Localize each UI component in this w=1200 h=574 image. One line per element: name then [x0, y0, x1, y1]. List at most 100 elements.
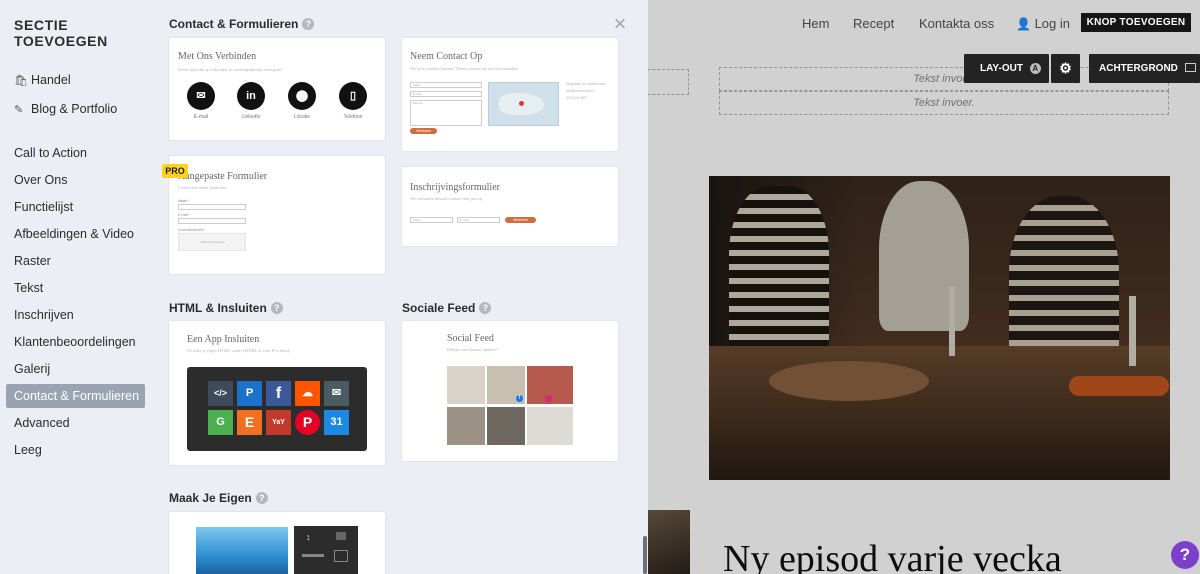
- category-title-social: Sociale Feed?: [402, 301, 492, 315]
- sidebar-item-over-ons[interactable]: Over Ons: [6, 168, 145, 192]
- episode-thumbnail: [648, 510, 690, 574]
- video-icon: [336, 532, 346, 540]
- help-icon[interactable]: ?: [270, 302, 283, 314]
- help-icon[interactable]: ?: [479, 302, 492, 314]
- section-card-build-own[interactable]: ↕: [169, 512, 385, 574]
- location-pin-icon: ⬤: [288, 82, 316, 110]
- card-subtitle: Wil je in contact komen? Neem contact op…: [410, 66, 519, 71]
- sidebar-item-galerij[interactable]: Galerij: [6, 357, 145, 381]
- nav-link-recept[interactable]: Recept: [853, 16, 894, 31]
- app-grid-preview: </> P f ☁ ✉ G E YaY P 31: [187, 367, 367, 451]
- phone-icon: ▯: [339, 82, 367, 110]
- card-title: Social Feed: [447, 333, 494, 344]
- email-contact-item: ✉ E-mail: [185, 82, 217, 120]
- card-title: Neem Contact Op: [410, 51, 483, 62]
- sidebar-item-klantenbeoordelingen[interactable]: Klantenbeoordelingen: [6, 330, 145, 354]
- user-icon: 👤: [1016, 17, 1031, 31]
- close-icon[interactable]: ×: [610, 13, 630, 35]
- card-subtitle: Korte tekst dat je links naar je contact…: [178, 67, 282, 72]
- mail-icon: ✉: [187, 82, 215, 110]
- feed-tile: [447, 407, 485, 445]
- nav-link-hem[interactable]: Hem: [802, 16, 829, 31]
- sidebar-item-advanced[interactable]: Advanced: [6, 411, 145, 435]
- map-preview: [488, 82, 559, 126]
- submit-button-preview: Versturen: [505, 217, 536, 223]
- card-title: Met Ons Verbinden: [178, 51, 257, 62]
- website-preview: Tekst invoer. Tekst invoer. Ny episod va…: [648, 0, 1200, 574]
- linkedin-icon: in: [237, 82, 265, 110]
- sidebar-item-tekst[interactable]: Tekst: [6, 276, 145, 300]
- section-card-custom-form[interactable]: PRO Aangepaste Formulier Creëer een unie…: [162, 156, 385, 274]
- pinterest-icon: P: [295, 410, 320, 435]
- name-field-preview: Naam: [410, 217, 453, 223]
- section-card-connect[interactable]: Met Ons Verbinden Korte tekst dat je lin…: [169, 38, 385, 140]
- layout-button[interactable]: LAY-OUT A: [964, 54, 1049, 83]
- email-field-preview: E-mail: [410, 91, 482, 97]
- calendar-icon: 31: [324, 410, 349, 435]
- card-title: Inschrijvingsformulier: [410, 182, 500, 193]
- section-card-social-feed[interactable]: Social Feed Bekijk onze laatste updates!…: [402, 321, 618, 461]
- feed-tile: [447, 366, 485, 404]
- name-field-preview: [178, 204, 246, 210]
- layout-icon: A: [1029, 63, 1041, 74]
- slider-icon: [302, 554, 324, 557]
- phone-contact-item: ▯ Telefoon: [337, 82, 369, 120]
- text-placeholder[interactable]: Tekst invoer.: [719, 91, 1169, 115]
- facebook-icon: f: [516, 395, 523, 402]
- section-card-signup-form[interactable]: Inschrijvingsformulier We versturen inho…: [402, 167, 618, 246]
- card-subtitle: Of zelfs je eigen HTML-code! (HTML is vo…: [187, 348, 290, 353]
- edit-icon: ✎: [14, 104, 24, 116]
- card-title: Aangepaste Formulier: [178, 171, 268, 182]
- card-subtitle: Creëer een uniek formulier: [178, 185, 227, 190]
- sidebar-title: SECTIE TOEVOEGEN: [14, 17, 108, 49]
- add-button[interactable]: KNOP TOEVOEGEN: [1081, 13, 1191, 32]
- sidebar-item-raster[interactable]: Raster: [6, 249, 145, 273]
- sidebar-item-afbeeldingen-video[interactable]: Afbeeldingen & Video: [6, 222, 145, 246]
- instagram-icon: [545, 395, 552, 402]
- help-chat-button[interactable]: ?: [1171, 541, 1199, 569]
- sidebar-item-functielijst[interactable]: Functielijst: [6, 195, 145, 219]
- code-icon: </>: [208, 381, 233, 406]
- sidebar-item-contact-formulieren[interactable]: Contact & Formulieren: [6, 384, 145, 408]
- facebook-icon: f: [266, 381, 291, 406]
- sidebar-item-call-to-action[interactable]: Call to Action: [6, 141, 145, 165]
- section-headline: Ny episod varje vecka: [723, 538, 1062, 574]
- section-card-contact-form[interactable]: Neem Contact Op Wil je in contact komen?…: [402, 38, 618, 151]
- login-link[interactable]: 👤 Log in: [1016, 16, 1070, 31]
- image-preview: [196, 527, 288, 574]
- help-icon[interactable]: ?: [302, 18, 315, 30]
- category-title-own: Maak Je Eigen?: [169, 491, 268, 505]
- pro-badge: PRO: [162, 164, 188, 178]
- card-subtitle: We versturen inhoud contact met jou op: [410, 196, 482, 201]
- sidebar-item-handel[interactable]: 🛍 Handel: [6, 68, 145, 92]
- shop-icon: 🛍: [14, 75, 28, 87]
- soundcloud-icon: ☁: [295, 381, 320, 406]
- nav-link-kontakta-oss[interactable]: Kontakta oss: [919, 16, 994, 31]
- sidebar-item-inschrijven[interactable]: Inschrijven: [6, 303, 145, 327]
- section-panel: × Contact & Formulieren? Met Ons Verbind…: [156, 0, 648, 574]
- feed-tile: f: [487, 366, 525, 404]
- list-icon: [334, 550, 348, 562]
- widget-preview: ↕: [294, 526, 358, 574]
- feed-tile: [527, 366, 573, 404]
- text-placeholder[interactable]: [648, 69, 689, 95]
- move-icon: ↕: [306, 532, 311, 542]
- yayfood-icon: YaY: [266, 410, 291, 435]
- settings-gear-icon[interactable]: ⚙: [1051, 54, 1080, 83]
- name-field-preview: Naam: [410, 82, 482, 88]
- background-button[interactable]: ACHTERGROND: [1089, 54, 1200, 83]
- sidebar-item-leeg[interactable]: Leeg: [6, 438, 145, 462]
- category-title-html: HTML & Insluiten?: [169, 301, 283, 315]
- google-maps-icon: G: [208, 410, 233, 435]
- paypal-icon: P: [237, 381, 262, 406]
- hero-photo: [709, 176, 1170, 480]
- location-contact-item: ⬤ Locatie: [286, 82, 318, 120]
- sidebar-item-blog-portfolio[interactable]: ✎ Blog & Portfolio: [6, 97, 145, 121]
- section-card-app-embed[interactable]: Een App Insluiten Of zelfs je eigen HTML…: [169, 321, 385, 465]
- help-icon[interactable]: ?: [255, 492, 268, 504]
- card-title: Een App Insluiten: [187, 334, 260, 345]
- linkedin-contact-item: in LinkedIn: [235, 82, 267, 120]
- send-button-preview: Bericht verzenden: [178, 233, 246, 251]
- mailchimp-icon: ✉: [324, 381, 349, 406]
- panel-scrollbar[interactable]: [643, 536, 647, 574]
